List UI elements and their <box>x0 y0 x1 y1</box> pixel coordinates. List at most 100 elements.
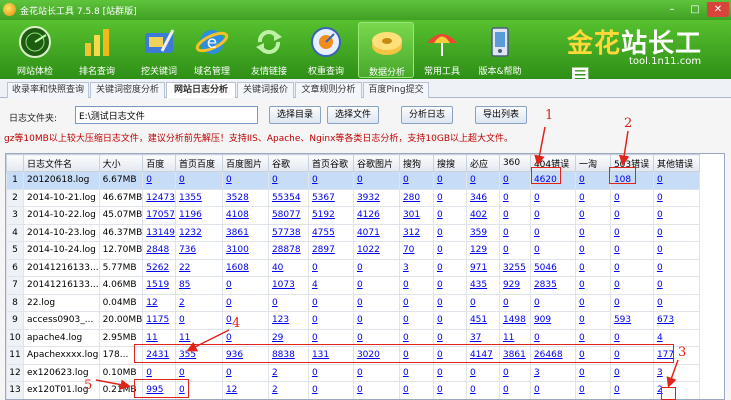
count-link-cell[interactable]: 26468 <box>529 346 576 365</box>
count-link-cell[interactable]: 1022 <box>352 241 400 260</box>
count-link-cell[interactable]: 1355 <box>174 188 223 207</box>
toolbar-site-checkup[interactable]: 网站体检 <box>7 22 63 78</box>
column-header[interactable]: 404错误 <box>529 154 576 172</box>
count-link-cell[interactable]: 0 <box>398 171 434 190</box>
table-row[interactable]: 10 apache4.log 2.95MB 11 11 0 29 0 0 0 0 37 11 0 0 0 4 <box>6 328 700 347</box>
count-link-cell[interactable]: 0 <box>609 206 654 225</box>
count-link-cell[interactable]: 0 <box>498 381 531 399</box>
count-link-cell[interactable]: 1232 <box>174 223 223 242</box>
count-link-cell[interactable]: 0 <box>574 241 611 260</box>
count-link-cell[interactable]: 1196 <box>174 206 223 225</box>
count-link-cell[interactable]: 2431 <box>142 346 176 365</box>
count-link-cell[interactable]: 0 <box>174 363 223 382</box>
count-link-cell[interactable]: 57738 <box>267 223 309 242</box>
count-link-cell[interactable]: 0 <box>142 171 176 190</box>
count-link-cell[interactable]: 3 <box>398 258 434 277</box>
count-link-cell[interactable]: 355 <box>174 346 223 365</box>
count-link-cell[interactable]: 0 <box>352 328 400 347</box>
count-link-cell[interactable]: 0 <box>529 328 576 347</box>
count-link-cell[interactable]: 0 <box>574 363 611 382</box>
count-link-cell[interactable]: 0 <box>352 258 400 277</box>
count-link-cell[interactable]: 4755 <box>307 223 354 242</box>
count-link-cell[interactable]: 0 <box>432 346 467 365</box>
count-link-cell[interactable]: 673 <box>652 311 700 330</box>
count-link-cell[interactable]: 2897 <box>307 241 354 260</box>
count-link-cell[interactable]: 0 <box>432 171 467 190</box>
count-link-cell[interactable]: 0 <box>432 188 467 207</box>
column-header[interactable]: 必应 <box>465 154 500 172</box>
count-link-cell[interactable]: 402 <box>465 206 500 225</box>
count-link-cell[interactable]: 0 <box>609 276 654 295</box>
count-link-cell[interactable]: 0 <box>398 346 434 365</box>
column-header[interactable]: 首页谷歌 <box>307 154 354 172</box>
count-link-cell[interactable]: 0 <box>267 293 309 312</box>
count-link-cell[interactable]: 131 <box>307 346 354 365</box>
table-row[interactable]: 13 ex120T01.log 0.21MB 995 0 12 2 0 0 0 0 0 0 0 0 0 2 <box>6 381 700 399</box>
count-link-cell[interactable]: 5046 <box>529 258 576 277</box>
count-link-cell[interactable]: 0 <box>307 363 354 382</box>
select-dir-button[interactable]: 选择目录 <box>269 106 321 124</box>
count-link-cell[interactable]: 55354 <box>267 188 309 207</box>
column-header[interactable]: 其他错误 <box>652 154 700 172</box>
table-row[interactable]: 11 Apachexxxx.log 178... 2431 355 936 8838 131 3… <box>6 346 700 365</box>
count-link-cell[interactable]: 0 <box>609 363 654 382</box>
count-link-cell[interactable]: 0 <box>498 241 531 260</box>
table-row[interactable]: 7 20141216133... 4.06MB 1519 85 0 1073 4 0 0 0 435 9… <box>6 276 700 295</box>
table-row[interactable]: 4 2014-10-23.log 46.37MB 13149 1232 3861 57738… <box>6 223 700 242</box>
count-link-cell[interactable]: 3 <box>529 363 576 382</box>
count-link-cell[interactable]: 0 <box>221 293 269 312</box>
count-link-cell[interactable]: 3528 <box>221 188 269 207</box>
count-link-cell[interactable]: 37 <box>465 328 500 347</box>
count-link-cell[interactable]: 4 <box>307 276 354 295</box>
table-row[interactable]: 8 22.log 0.04MB 12 2 0 0 0 0 0 0 0 0 0 0 0 0 <box>6 293 700 312</box>
count-link-cell[interactable]: 58077 <box>267 206 309 225</box>
count-link-cell[interactable]: 0 <box>352 363 400 382</box>
count-link-cell[interactable]: 4108 <box>221 206 269 225</box>
count-link-cell[interactable]: 5192 <box>307 206 354 225</box>
column-header[interactable]: 谷歌图片 <box>352 154 400 172</box>
count-link-cell[interactable]: 0 <box>398 363 434 382</box>
count-link-cell[interactable]: 2 <box>174 293 223 312</box>
export-list-button[interactable]: 导出列表 <box>475 106 527 124</box>
count-link-cell[interactable]: 2 <box>267 363 309 382</box>
count-link-cell[interactable]: 0 <box>574 206 611 225</box>
count-link-cell[interactable]: 3861 <box>221 223 269 242</box>
count-link-cell[interactable]: 435 <box>465 276 500 295</box>
count-link-cell[interactable]: 5262 <box>142 258 176 277</box>
count-link-cell[interactable]: 0 <box>398 381 434 399</box>
count-link-cell[interactable]: 70 <box>398 241 434 260</box>
count-link-cell[interactable]: 0 <box>574 171 611 190</box>
count-link-cell[interactable]: 0 <box>465 363 500 382</box>
count-link-cell[interactable]: 0 <box>574 276 611 295</box>
count-link-cell[interactable]: 929 <box>498 276 531 295</box>
column-header[interactable] <box>6 154 24 172</box>
count-link-cell[interactable]: 0 <box>432 293 467 312</box>
count-link-cell[interactable]: 0 <box>465 381 500 399</box>
count-link-cell[interactable]: 936 <box>221 346 269 365</box>
count-link-cell[interactable]: 8838 <box>267 346 309 365</box>
table-row[interactable]: 1 20120618.log 6.67MB 0 0 0 0 0 0 0 0 0 0 4620 0 108 0 <box>6 171 700 190</box>
count-link-cell[interactable]: 12 <box>142 293 176 312</box>
count-link-cell[interactable]: 11 <box>498 328 531 347</box>
count-link-cell[interactable]: 0 <box>574 311 611 330</box>
column-header[interactable]: 搜狗 <box>398 154 434 172</box>
count-link-cell[interactable]: 736 <box>174 241 223 260</box>
count-link-cell[interactable]: 29 <box>267 328 309 347</box>
count-link-cell[interactable]: 1073 <box>267 276 309 295</box>
count-link-cell[interactable]: 2 <box>652 381 700 399</box>
count-link-cell[interactable]: 0 <box>142 363 176 382</box>
count-link-cell[interactable]: 0 <box>498 363 531 382</box>
count-link-cell[interactable]: 0 <box>574 381 611 399</box>
table-row[interactable]: 2 2014-10-21.log 46.67MB 12473 1355 3528 55354… <box>6 188 700 207</box>
count-link-cell[interactable]: 0 <box>609 188 654 207</box>
count-link-cell[interactable]: 1608 <box>221 258 269 277</box>
count-link-cell[interactable]: 0 <box>221 363 269 382</box>
minimize-button[interactable]: – <box>661 2 683 17</box>
count-link-cell[interactable]: 2835 <box>529 276 576 295</box>
toolbar-weight-query[interactable]: 权重查询 <box>298 22 354 78</box>
column-header[interactable]: 百度图片 <box>221 154 269 172</box>
count-link-cell[interactable]: 129 <box>465 241 500 260</box>
count-link-cell[interactable]: 12473 <box>142 188 176 207</box>
count-link-cell[interactable]: 0 <box>174 381 223 399</box>
count-link-cell[interactable]: 3 <box>652 363 700 382</box>
